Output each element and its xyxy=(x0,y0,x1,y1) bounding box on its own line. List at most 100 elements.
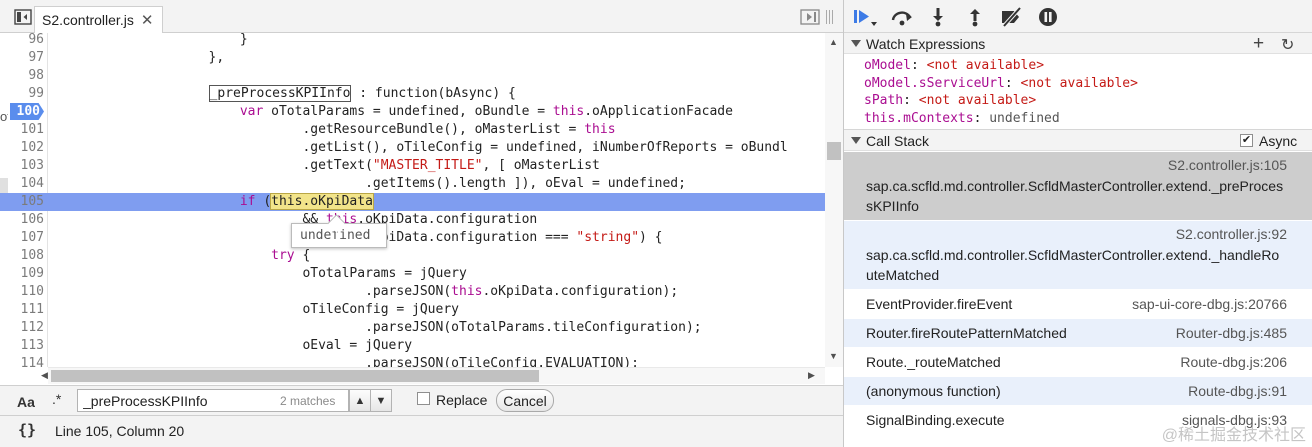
code-area[interactable]: 96 } 97 }, 98 99 _preProcessKPIInfo : funct… xyxy=(0,33,825,367)
code-line[interactable]: 97 }, xyxy=(0,49,825,67)
watch-expressions-header[interactable]: Watch Expressions + ↻ xyxy=(844,32,1312,54)
code-line[interactable]: 98 xyxy=(0,67,825,85)
pretty-print-button[interactable]: {} xyxy=(18,421,36,439)
code-line[interactable]: 113 oEval = jQuery xyxy=(0,337,825,355)
async-checkbox[interactable]: ✔ xyxy=(1240,134,1253,147)
execution-line-marker[interactable]: 100 xyxy=(10,103,44,120)
watch-name: oModel xyxy=(864,58,911,73)
code-text: .parseJSON(oTileConfig.EVALUATION); xyxy=(52,356,639,367)
call-frame[interactable]: sap-ui-core-dbg.js:20766 EventProvider.fi… xyxy=(844,290,1312,319)
line-number[interactable]: 104 xyxy=(8,175,44,193)
collapse-triangle-icon[interactable] xyxy=(851,40,861,47)
pause-on-exceptions-icon[interactable] xyxy=(1035,6,1061,28)
find-previous-button[interactable]: ▲ xyxy=(349,389,371,412)
line-number[interactable]: 101 xyxy=(8,121,44,139)
code-line[interactable]: 107 && this.oKpiData.configuration === "… xyxy=(0,229,825,247)
call-stack-header[interactable]: Call Stack ✔ Async xyxy=(844,129,1312,151)
horizontal-scroll-thumb[interactable] xyxy=(51,370,539,382)
line-number[interactable]: 98 xyxy=(8,67,44,85)
line-number[interactable]: 99 xyxy=(8,85,44,103)
regex-button[interactable]: .* xyxy=(52,391,61,407)
match-case-button[interactable]: Aa xyxy=(17,394,35,410)
horizontal-scrollbar[interactable]: ◀ ▶ xyxy=(41,367,825,384)
line-number[interactable]: 109 xyxy=(8,265,44,283)
code-line[interactable]: 96 } xyxy=(0,33,825,49)
find-next-button[interactable]: ▼ xyxy=(370,389,392,412)
line-number[interactable]: 111 xyxy=(8,301,44,319)
code-line[interactable]: 109 oTotalParams = jQuery xyxy=(0,265,825,283)
call-frame[interactable]: S2.controller.js:92 sap.ca.scfld.md.contr… xyxy=(844,221,1312,290)
line-number[interactable]: 97 xyxy=(8,49,44,67)
line-number[interactable]: 102 xyxy=(8,139,44,157)
code-line[interactable]: 114 .parseJSON(oTileConfig.EVALUATION); xyxy=(0,355,825,367)
code-line[interactable]: 103 .getText("MASTER_TITLE", [ oMasterLi… xyxy=(0,157,825,175)
scroll-right-icon[interactable]: ▶ xyxy=(808,370,815,381)
line-number[interactable]: 114 xyxy=(8,355,44,367)
cancel-button[interactable]: Cancel xyxy=(496,389,554,412)
code-line[interactable]: 112 .parseJSON(oTotalParams.tileConfigur… xyxy=(0,319,825,337)
code-text: .parseJSON(oTotalParams.tileConfiguratio… xyxy=(52,320,702,335)
call-frame-function: sap.ca.scfld.md.controller.ScfldMasterCo… xyxy=(866,178,1284,214)
call-frame[interactable]: Router-dbg.js:485 Router.fireRoutePattern… xyxy=(844,319,1312,348)
code-line[interactable]: 110 .parseJSON(this.oKpiData.configurati… xyxy=(0,283,825,301)
tab-s2-controller[interactable]: S2.controller.js ✕ xyxy=(34,6,163,33)
line-number[interactable]: 112 xyxy=(8,319,44,337)
navigator-toggle-icon[interactable] xyxy=(13,8,33,26)
close-tab-icon[interactable]: ✕ xyxy=(141,11,154,29)
replace-checkbox[interactable] xyxy=(417,392,430,405)
line-number[interactable]: 110 xyxy=(8,283,44,301)
watch-expression-row[interactable]: oModel.sServiceUrl: <not available> xyxy=(864,75,1138,93)
call-frame-function: sap.ca.scfld.md.controller.ScfldMasterCo… xyxy=(866,247,1280,283)
watch-expression-row[interactable]: oModel: <not available> xyxy=(864,57,1044,75)
call-frame[interactable]: Route-dbg.js:91 (anonymous function) xyxy=(844,377,1312,406)
code-line[interactable]: 99 _preProcessKPIInfo : function(bAsync)… xyxy=(0,85,825,103)
pane-resize-grip[interactable] xyxy=(826,10,836,24)
code-text: oEval = jQuery xyxy=(52,338,413,353)
line-number[interactable]: 103 xyxy=(8,157,44,175)
add-watch-icon[interactable]: + xyxy=(1253,33,1264,55)
debugger-sidebar-toggle-icon[interactable] xyxy=(799,8,821,26)
call-frame[interactable]: Route-dbg.js:206 Route._routeMatched xyxy=(844,348,1312,377)
code-line[interactable]: 100 var oTotalParams = undefined, oBundl… xyxy=(0,103,825,121)
call-frame[interactable]: S2.controller.js:105 sap.ca.scfld.md.cont… xyxy=(844,152,1312,221)
scroll-left-icon[interactable]: ◀ xyxy=(41,370,48,381)
call-frame-location[interactable]: S2.controller.js:105 xyxy=(1168,157,1287,173)
line-number[interactable]: 96 xyxy=(8,33,44,49)
call-frame-location[interactable]: sap-ui-core-dbg.js:20766 xyxy=(1132,296,1287,312)
code-line[interactable]: 111 oTileConfig = jQuery xyxy=(0,301,825,319)
tab-filename: S2.controller.js xyxy=(42,12,134,28)
step-out-icon[interactable] xyxy=(962,6,988,28)
vertical-scroll-thumb[interactable] xyxy=(827,142,841,160)
watch-name: this.mContexts xyxy=(864,110,974,126)
scroll-up-icon[interactable]: ▲ xyxy=(829,37,838,47)
resume-icon[interactable] xyxy=(852,6,878,28)
debugger-toolbar xyxy=(844,0,1312,33)
line-number[interactable]: 108 xyxy=(8,247,44,265)
step-into-icon[interactable] xyxy=(925,6,951,28)
call-frame-location[interactable]: Router-dbg.js:485 xyxy=(1176,325,1287,341)
code-line[interactable]: 101 .getResourceBundle(), oMasterList = … xyxy=(0,121,825,139)
code-line[interactable]: 104 .getItems().length ]), oEval = undef… xyxy=(0,175,825,193)
code-line[interactable]: 108 try { xyxy=(0,247,825,265)
scroll-down-icon[interactable]: ▼ xyxy=(829,351,838,361)
editor-status-bar: {} Line 105, Column 20 xyxy=(0,415,843,447)
line-number[interactable]: 113 xyxy=(8,337,44,355)
call-stack-title: Call Stack xyxy=(866,133,930,149)
line-number[interactable]: 105 xyxy=(8,193,44,211)
deactivate-breakpoints-icon[interactable] xyxy=(998,6,1024,28)
step-over-icon[interactable] xyxy=(889,6,915,28)
vertical-scrollbar[interactable]: ▲ ▼ xyxy=(825,33,843,367)
call-frame-location[interactable]: Route-dbg.js:206 xyxy=(1180,354,1287,370)
collapse-triangle-icon[interactable] xyxy=(851,137,861,144)
call-frame-location[interactable]: S2.controller.js:92 xyxy=(1176,226,1287,242)
code-line[interactable]: 105 if (this.oKpiData xyxy=(0,193,825,211)
watch-expression-row[interactable]: sPath: <not available> xyxy=(864,92,1036,110)
async-label: Async xyxy=(1259,133,1298,149)
watch-expression-row[interactable]: this.mContexts: undefined xyxy=(864,110,1060,128)
code-line[interactable]: 102 .getList(), oTileConfig = undefined,… xyxy=(0,139,825,157)
line-number[interactable]: 107 xyxy=(8,229,44,247)
call-frame-location[interactable]: Route-dbg.js:91 xyxy=(1188,383,1287,399)
refresh-watch-icon[interactable]: ↻ xyxy=(1281,35,1294,55)
code-line[interactable]: 106 && this.oKpiData.configuration xyxy=(0,211,825,229)
line-number[interactable]: 106 xyxy=(8,211,44,229)
